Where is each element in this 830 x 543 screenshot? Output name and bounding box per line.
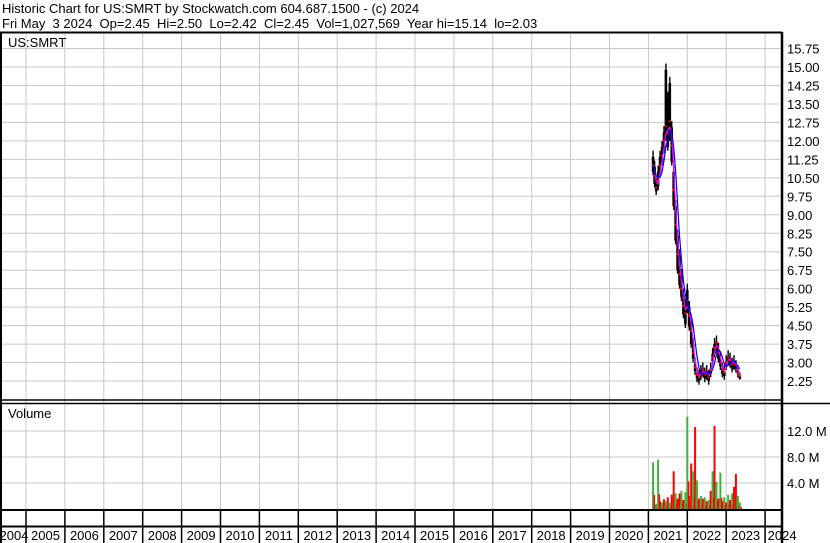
price-tick-label: 10.50: [787, 171, 820, 186]
grid: [2, 33, 781, 543]
symbol-label: US:SMRT: [8, 35, 66, 50]
close-mark: [738, 375, 741, 378]
price-tick-label: 15.00: [787, 60, 820, 75]
volume-tick-label: 4.0 M: [787, 476, 820, 491]
price-tick-label: 9.00: [787, 208, 812, 223]
price-tick-label: 3.00: [787, 356, 812, 371]
year-label: 2019: [576, 528, 605, 543]
price-tick-label: 14.25: [787, 78, 820, 93]
year-label: 2020: [615, 528, 644, 543]
year-label: 2018: [537, 528, 566, 543]
close-mark: [707, 376, 710, 379]
price-tick-label: 15.75: [787, 42, 820, 57]
price-tick-label: 2.25: [787, 374, 812, 389]
volume-tick-label: 12.0 M: [787, 424, 827, 439]
year-label: 2011: [265, 528, 293, 543]
price-tick-label: 11.25: [787, 152, 819, 167]
year-label: 2014: [381, 528, 410, 543]
price-tick-label: 9.75: [787, 189, 812, 204]
close-mark: [655, 186, 658, 189]
year-label: 2024: [768, 528, 797, 543]
year-label: 2004: [0, 528, 28, 543]
price-tick-label: 8.25: [787, 226, 812, 241]
price-tick-label: 13.50: [787, 97, 820, 112]
volume-label: Volume: [8, 406, 51, 421]
price-volume-chart: US:SMRT Volume 2004 2005 2006 2007 2008 2009 2…: [0, 31, 830, 543]
year-label: 2013: [342, 528, 371, 543]
price-bars: [651, 63, 742, 385]
year-label: 2017: [498, 528, 527, 543]
year-label: 2016: [459, 528, 488, 543]
year-label: 2021: [653, 528, 682, 543]
price-tick-label: 12.75: [787, 115, 820, 130]
year-label: 2015: [420, 528, 449, 543]
close-mark: [727, 356, 730, 359]
price-tick-label: 12.00: [787, 134, 820, 149]
close-mark: [668, 120, 671, 123]
year-label: 2023: [731, 528, 760, 543]
volume-bar: [740, 507, 742, 509]
price-tick-label: 6.00: [787, 282, 812, 297]
price-tick-label: 7.50: [787, 245, 812, 260]
price-tick-label: 5.25: [787, 300, 812, 315]
year-label: 2007: [109, 528, 138, 543]
year-label: 2022: [692, 528, 721, 543]
close-mark: [715, 341, 718, 344]
price-tick-label: 3.75: [787, 337, 812, 352]
year-label: 2006: [70, 528, 99, 543]
year-label: 2005: [31, 528, 60, 543]
price-tick-label: 6.75: [787, 263, 812, 278]
year-label: 2008: [148, 528, 177, 543]
close-mark: [684, 312, 687, 315]
year-label: 2012: [303, 528, 332, 543]
price-tick-label: 4.50: [787, 319, 812, 334]
year-label: 2009: [187, 528, 216, 543]
volume-tick-label: 8.0 M: [787, 450, 820, 465]
year-label: 2010: [226, 528, 255, 543]
